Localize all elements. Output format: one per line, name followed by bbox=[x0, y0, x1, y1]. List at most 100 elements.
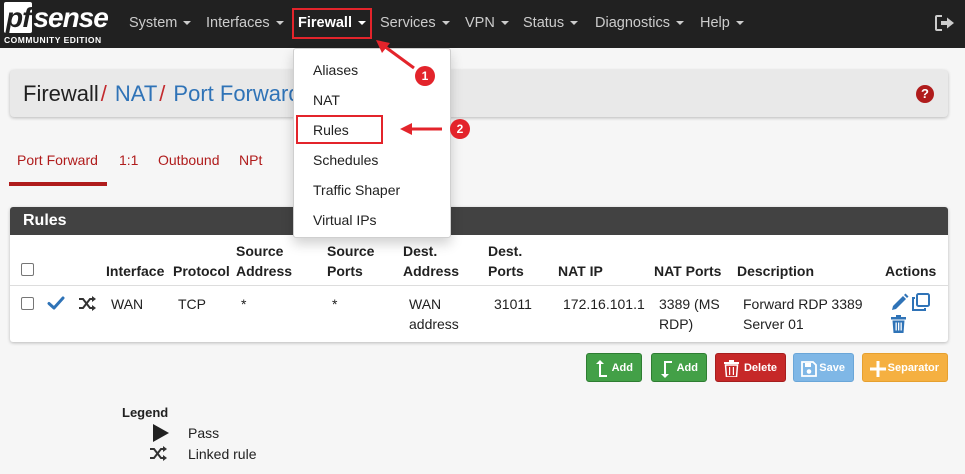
annotation-arrow-2 bbox=[400, 123, 442, 135]
delete-trash-icon[interactable] bbox=[890, 315, 907, 333]
play-icon bbox=[153, 424, 169, 442]
tab-npt[interactable]: NPt bbox=[239, 152, 262, 168]
caret-down-icon bbox=[183, 21, 192, 26]
caret-down-icon bbox=[275, 21, 284, 26]
cell-protocol: TCP bbox=[178, 296, 206, 312]
save-disk-icon bbox=[801, 360, 817, 377]
col-dest-ports-l1[interactable]: Dest. bbox=[488, 241, 522, 261]
nav-system-label: System bbox=[129, 15, 178, 31]
menu-item-schedules[interactable]: Schedules bbox=[294, 145, 450, 175]
nav-firewall-label: Firewall bbox=[298, 15, 352, 31]
caret-down-icon bbox=[441, 21, 450, 26]
nav-firewall[interactable]: Firewall bbox=[292, 8, 372, 39]
menu-item-virtual-ips[interactable]: Virtual IPs bbox=[294, 205, 450, 235]
cell-interface: WAN bbox=[111, 296, 144, 312]
cell-nat-ports-l1: 3389 (MS bbox=[659, 296, 720, 312]
arrow-down-icon bbox=[661, 360, 672, 378]
nav-status-label: Status bbox=[523, 15, 565, 31]
breadcrumb-panel: Firewall/NAT/Port Forward ? bbox=[10, 70, 948, 117]
tab-one-to-one[interactable]: 1:1 bbox=[119, 152, 138, 168]
breadcrumb-firewall: Firewall bbox=[23, 81, 99, 106]
col-nat-ports[interactable]: NAT Ports bbox=[654, 261, 721, 281]
cell-dest-address-l2: address bbox=[409, 316, 459, 332]
breadcrumb-nat[interactable]: NAT bbox=[115, 81, 157, 106]
add-bottom-label: Add bbox=[676, 362, 698, 374]
col-description[interactable]: Description bbox=[737, 261, 814, 281]
nav-status[interactable]: Status bbox=[523, 0, 579, 48]
col-dest-address-l2[interactable]: Address bbox=[403, 261, 459, 281]
add-top-button[interactable]: Add bbox=[586, 353, 642, 382]
rules-panel-title: Rules bbox=[10, 207, 948, 235]
pass-check-icon[interactable] bbox=[47, 295, 65, 311]
step-2-badge: 2 bbox=[450, 119, 470, 139]
col-actions: Actions bbox=[885, 263, 937, 279]
top-navbar: pf sense COMMUNITY EDITION System Interfa… bbox=[0, 0, 965, 48]
col-dest-address-l1[interactable]: Dest. bbox=[403, 241, 437, 261]
header-divider bbox=[10, 285, 948, 286]
cell-nat-ip: 172.16.101.1 bbox=[563, 296, 645, 312]
nav-interfaces-label: Interfaces bbox=[206, 15, 270, 31]
cell-source-ports: * bbox=[332, 296, 338, 312]
save-label: Save bbox=[819, 362, 845, 374]
select-all-checkbox[interactable] bbox=[21, 263, 34, 276]
cell-nat-ports-l2: RDP) bbox=[659, 316, 694, 332]
linked-rule-icon[interactable] bbox=[78, 296, 97, 311]
nav-system[interactable]: System bbox=[129, 0, 192, 48]
caret-down-icon bbox=[675, 21, 684, 26]
delete-button[interactable]: Delete bbox=[715, 353, 786, 382]
trash-icon bbox=[723, 360, 739, 377]
nav-services-label: Services bbox=[380, 15, 436, 31]
menu-item-traffic-shaper[interactable]: Traffic Shaper bbox=[294, 175, 450, 205]
logout-icon[interactable] bbox=[935, 15, 955, 31]
col-dest-ports-l2[interactable]: Ports bbox=[488, 261, 524, 281]
cell-source-address: * bbox=[241, 296, 247, 312]
nav-diagnostics[interactable]: Diagnostics bbox=[595, 0, 684, 48]
nav-help[interactable]: Help bbox=[700, 0, 744, 48]
active-tab-indicator bbox=[9, 182, 107, 186]
copy-icon[interactable] bbox=[911, 293, 930, 312]
breadcrumb-separator: / bbox=[100, 81, 107, 106]
legend-pass: Pass bbox=[188, 425, 220, 441]
breadcrumb-port-forward[interactable]: Port Forward bbox=[173, 81, 300, 106]
plus-icon bbox=[870, 360, 886, 377]
tab-port-forward[interactable]: Port Forward bbox=[17, 152, 98, 168]
edit-pencil-icon[interactable] bbox=[890, 293, 909, 312]
col-source-ports-l1[interactable]: Source bbox=[327, 241, 374, 261]
nav-vpn[interactable]: VPN bbox=[465, 0, 509, 48]
breadcrumb-separator: / bbox=[159, 81, 166, 106]
caret-down-icon bbox=[570, 21, 579, 26]
col-source-address-l1[interactable]: Source bbox=[236, 241, 283, 261]
row-checkbox[interactable] bbox=[21, 297, 34, 310]
col-source-ports-l2[interactable]: Ports bbox=[327, 261, 363, 281]
arrow-up-icon bbox=[596, 359, 607, 377]
cell-dest-address-l1: WAN bbox=[409, 296, 442, 312]
menu-item-nat[interactable]: NAT bbox=[294, 85, 450, 115]
add-bottom-button[interactable]: Add bbox=[651, 353, 707, 382]
separator-button[interactable]: Separator bbox=[862, 353, 948, 382]
rules-panel: Rules Interface Protocol Source Address … bbox=[10, 207, 948, 342]
tab-outbound[interactable]: Outbound bbox=[158, 152, 220, 168]
logo-pf-text: pf bbox=[4, 2, 33, 33]
caret-down-icon bbox=[735, 21, 744, 26]
cell-description-l1: Forward RDP 3389 bbox=[743, 296, 863, 312]
add-top-label: Add bbox=[611, 362, 633, 374]
col-protocol[interactable]: Protocol bbox=[173, 261, 230, 281]
legend-title: Legend bbox=[122, 405, 169, 420]
logo-sense-text: sense bbox=[33, 2, 108, 33]
linked-rule-icon bbox=[150, 446, 167, 461]
col-source-address-l2[interactable]: Address bbox=[236, 261, 292, 281]
rules-highlight-box bbox=[296, 115, 383, 144]
nav-vpn-label: VPN bbox=[465, 15, 495, 31]
legend-linked-rule: Linked rule bbox=[188, 446, 257, 462]
help-icon[interactable]: ? bbox=[916, 85, 934, 103]
nav-interfaces[interactable]: Interfaces bbox=[206, 0, 284, 48]
cell-description-l2: Server 01 bbox=[743, 316, 804, 332]
cell-dest-ports: 31011 bbox=[494, 296, 532, 312]
pfsense-logo[interactable]: pf sense COMMUNITY EDITION bbox=[4, 2, 110, 45]
save-button[interactable]: Save bbox=[793, 353, 854, 382]
col-nat-ip[interactable]: NAT IP bbox=[558, 261, 603, 281]
caret-down-icon bbox=[500, 21, 509, 26]
col-interface[interactable]: Interface bbox=[106, 261, 164, 281]
delete-label: Delete bbox=[743, 362, 777, 374]
nav-diagnostics-label: Diagnostics bbox=[595, 15, 670, 31]
